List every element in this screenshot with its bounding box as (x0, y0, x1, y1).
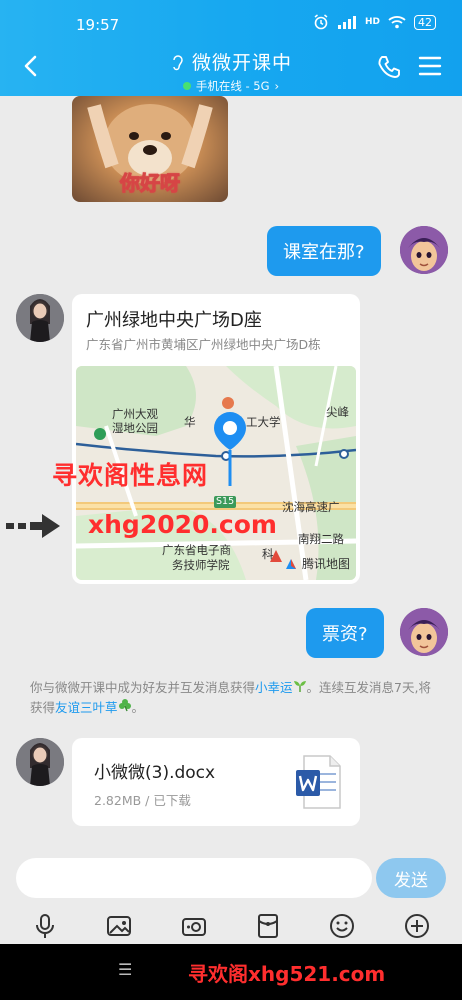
wifi-icon (388, 16, 406, 29)
sprout-icon (293, 681, 306, 692)
outgoing-message-bubble[interactable]: 课室在那? (267, 226, 381, 276)
road-number-label: S15 (216, 496, 235, 507)
map-label: 湿地公园 (112, 421, 158, 435)
plus-circle-icon (404, 914, 429, 938)
nav-menu-icon[interactable]: ☰ (118, 960, 132, 979)
message-list[interactable]: 你好呀 课室在那? 广州绿地中央广场D座 广东省广州市黄埔区广州绿地中央广场D栋 (0, 96, 462, 848)
camera-icon (181, 918, 206, 936)
chat-header: 19:57 HD 42 微微开课中 手机在线 - 5G › (0, 0, 462, 96)
map-label: 广东省电子商 (162, 543, 231, 557)
lucky-link[interactable]: 小幸运 (255, 680, 293, 695)
my-avatar[interactable] (400, 608, 448, 656)
contact-avatar[interactable] (16, 294, 64, 342)
location-card[interactable]: 广州绿地中央广场D座 广东省广州市黄埔区广州绿地中央广场D栋 广州大观 湿地公园… (72, 294, 360, 584)
location-address: 广东省广州市黄埔区广州绿地中央广场D栋 (86, 337, 321, 352)
map-label: 务技师学院 (172, 558, 230, 572)
arrow-right-icon (6, 514, 60, 538)
word-document-icon (296, 755, 341, 809)
microphone-icon (36, 914, 55, 938)
red-packet-icon (258, 914, 279, 938)
image-icon (107, 916, 132, 936)
contact-avatar[interactable] (16, 738, 64, 786)
system-notice-text: 。 (131, 700, 145, 715)
map-label: 科 (262, 547, 274, 561)
status-time: 19:57 (76, 16, 120, 34)
emoji-button[interactable] (328, 912, 356, 940)
ear-icon (173, 54, 183, 70)
phone-icon[interactable] (376, 54, 402, 80)
location-title: 广州绿地中央广场D座 (86, 310, 262, 331)
online-dot (182, 82, 191, 90)
watermark-domain: xhg2020.com (88, 510, 277, 539)
more-button[interactable] (403, 912, 431, 940)
red-packet-button[interactable] (254, 912, 282, 940)
image-button[interactable] (105, 912, 133, 940)
my-avatar[interactable] (400, 226, 448, 274)
voice-button[interactable] (31, 912, 59, 940)
file-message[interactable]: 小微微(3).docx 2.82MB / 已下载 (72, 738, 360, 826)
system-nav-bar: ☰ 寻欢阁xhg521.com (0, 944, 462, 1000)
system-notice: 你与微微开课中成为好友并互发消息获得小幸运 。连续互发消息7天,将获得友谊三叶草。 (30, 678, 440, 718)
chat-title: 微微开课中 (170, 48, 292, 75)
chevron-right-icon: › (274, 79, 280, 93)
alarm-icon (314, 14, 328, 30)
signal-icon (337, 16, 356, 29)
map-label: 华 (184, 415, 196, 429)
battery-indicator: 42 (414, 14, 436, 30)
watermark-footer: 寻欢阁xhg521.com (188, 962, 386, 986)
map-label: 南翔二路 (298, 532, 344, 546)
map-brand-text: 腾讯地图 (301, 557, 350, 571)
online-status: 手机在线 - 5G › (182, 78, 280, 94)
clover-link[interactable]: 友谊三叶草 (55, 700, 118, 715)
menu-icon[interactable] (418, 54, 442, 78)
clover-icon (118, 699, 131, 712)
outgoing-message-bubble[interactable]: 票资? (306, 608, 384, 658)
file-meta: 2.82MB / 已下载 (94, 793, 191, 808)
file-name: 小微微(3).docx (94, 763, 216, 783)
camera-button[interactable] (180, 912, 208, 940)
hd-label: HD (364, 17, 380, 27)
input-bar: 发送 (0, 848, 462, 908)
status-icons: HD 42 (313, 14, 436, 30)
map-label: 工大学 (246, 415, 281, 429)
message-input[interactable] (16, 858, 372, 898)
system-notice-text: 你与微微开课中成为好友并互发消息获得 (30, 680, 256, 695)
emoji-icon (330, 914, 355, 938)
watermark-text: 寻欢阁性息网 (52, 461, 209, 490)
input-toolbar (0, 908, 462, 944)
map-label: 沈海高速广 (282, 500, 340, 514)
contact-name: 微微开课中 (191, 52, 292, 74)
online-status-text: 手机在线 - 5G (195, 79, 270, 93)
sticker-message[interactable]: 你好呀 (72, 96, 228, 202)
tencent-map-logo-icon (285, 558, 296, 569)
map-brand: 腾讯地图 (284, 555, 350, 572)
map-label: 尖峰 (326, 405, 349, 419)
send-button[interactable]: 发送 (376, 858, 446, 898)
sticker-caption: 你好呀 (120, 171, 181, 196)
